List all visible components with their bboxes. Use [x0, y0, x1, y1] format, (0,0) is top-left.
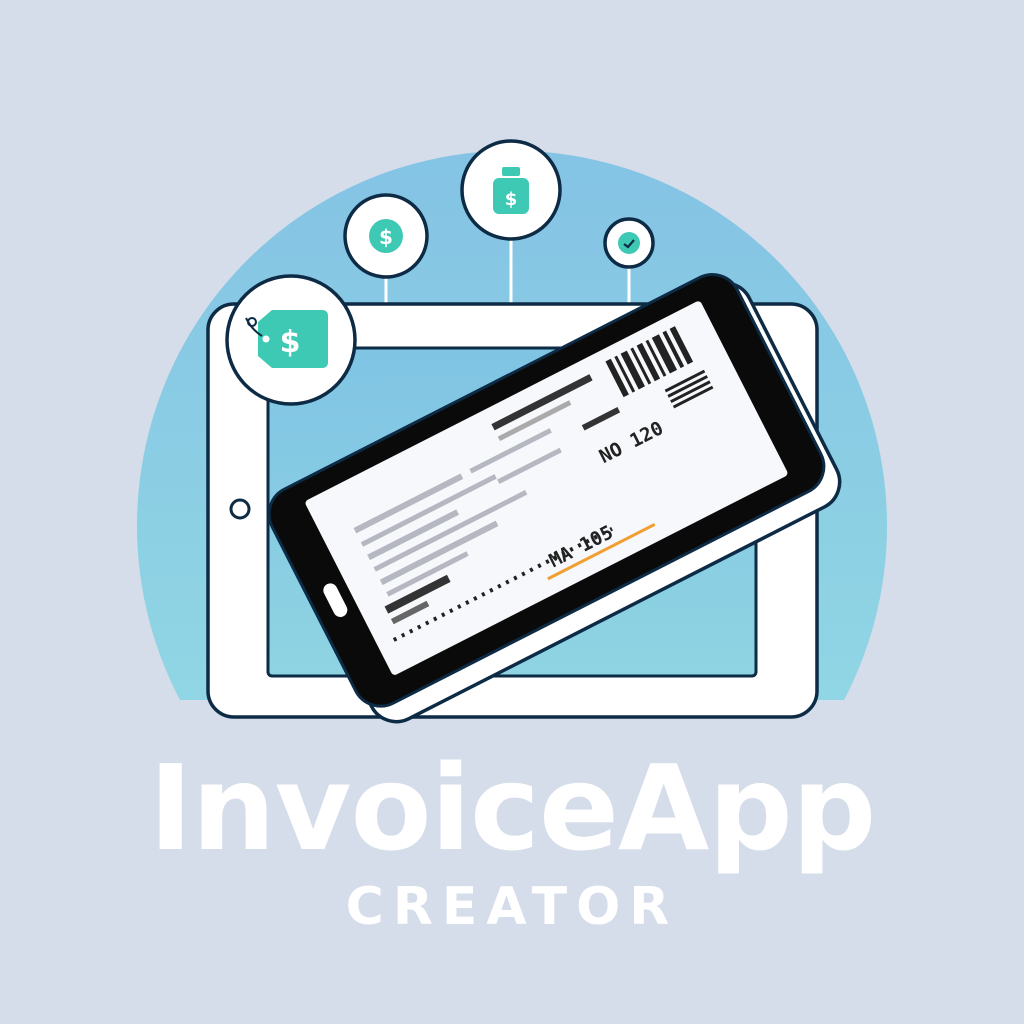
brand-tagline: CREATOR: [345, 877, 679, 937]
price-tag-icon: $: [225, 274, 357, 406]
price-tag-dollar: $: [280, 325, 301, 360]
brand-wordmark: InvoiceApp: [148, 739, 877, 877]
jar-dollar: $: [505, 189, 518, 210]
check-icon: [603, 217, 655, 269]
coin-dollar: $: [379, 225, 393, 249]
logo-canvas: NO 120 MA 105 $ $ $ InvoiceApp CREATOR: [0, 0, 1024, 1024]
money-jar-icon: $: [460, 139, 562, 241]
coin-dollar-icon: $: [343, 193, 429, 279]
